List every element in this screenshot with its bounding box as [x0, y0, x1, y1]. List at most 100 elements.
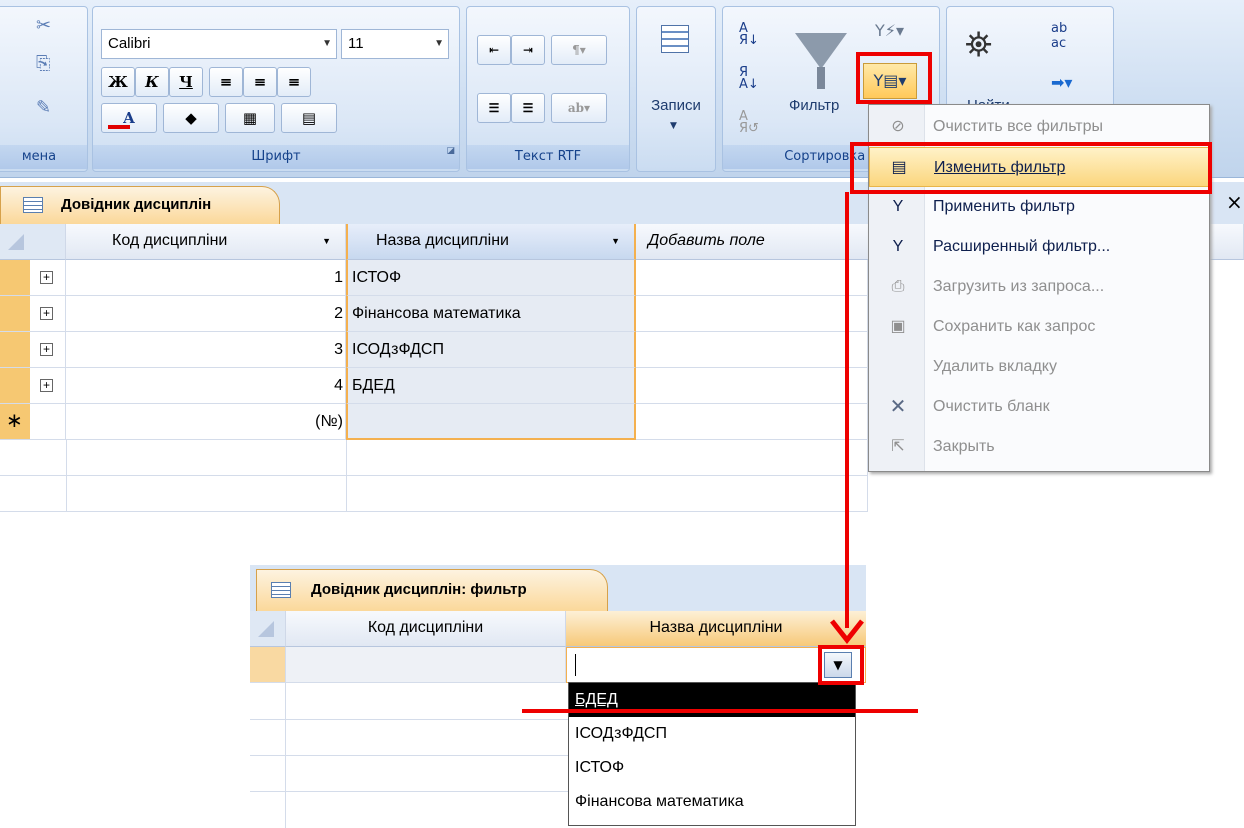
dialog-launcher-icon: ◪ — [446, 146, 455, 156]
replace-icon[interactable]: ab ac — [1051, 21, 1067, 51]
highlight-icon[interactable]: ab▾ — [551, 93, 607, 123]
font-color-button[interactable]: A — [101, 103, 157, 133]
highlight-box-ribbon-button — [856, 52, 932, 104]
filter-column-header-name[interactable]: Назва дисципліни — [566, 611, 866, 647]
cell-name[interactable]: ІСТОФ — [346, 260, 636, 296]
filter-grid-line — [250, 755, 574, 756]
menu-item-clear-all-filters[interactable]: ⊘ Очистить все фильтры — [869, 107, 1209, 147]
table-tab[interactable]: Довідник дисциплін — [0, 186, 280, 224]
chevron-down-icon: ▼ — [322, 236, 331, 246]
filter-funnel-icon[interactable] — [795, 33, 847, 69]
cut-icon[interactable]: ✂ — [36, 15, 51, 36]
format-painter-icon[interactable]: ✎ — [36, 97, 51, 118]
decrease-indent-icon[interactable]: ⇤ — [477, 35, 511, 65]
cell-code[interactable]: 2 — [66, 296, 346, 332]
menu-item-advanced-filter[interactable]: Y Расширенный фильтр... — [869, 227, 1209, 267]
select-all-corner[interactable] — [0, 224, 66, 260]
font-name-combo[interactable]: Calibri ▼ — [101, 29, 337, 59]
cell-code[interactable]: 1 — [66, 260, 346, 296]
italic-button[interactable]: К — [135, 67, 169, 97]
dropdown-option[interactable]: ІСТОФ — [569, 751, 855, 785]
goto-icon[interactable]: ➡▾ — [1051, 73, 1072, 92]
cell-name[interactable]: ІСОДзФДСП — [346, 332, 636, 368]
filter-funnel-stem — [817, 67, 825, 89]
bullets-icon[interactable]: ☰ — [511, 93, 545, 123]
dropdown-option[interactable]: Фінансова математика — [569, 785, 855, 819]
menu-item-clear-grid[interactable]: ✕ Очистить бланк — [869, 387, 1209, 427]
cell-code[interactable]: 4 — [66, 368, 346, 404]
expand-icon[interactable]: + — [40, 271, 53, 284]
blank-row — [0, 440, 868, 476]
clear-sort-icon[interactable]: А Я↺ — [739, 110, 759, 135]
filter-cell-code[interactable] — [286, 647, 566, 683]
close-form-icon: ⇱ — [891, 438, 905, 455]
font-group-label: Шрифт ◪ — [93, 145, 459, 169]
column-header-code[interactable]: Код дисципліни ▼ — [66, 224, 346, 260]
menu-item-save-as-query[interactable]: ▣ Сохранить как запрос — [869, 307, 1209, 347]
clipboard-group: ✂ ⎘ ✎ мена — [0, 6, 88, 172]
expand-icon[interactable]: + — [40, 379, 53, 392]
menu-item-close[interactable]: ⇱ Закрыть — [869, 427, 1209, 467]
sort-descending-icon[interactable]: Я А↓ — [739, 66, 759, 91]
record-selector[interactable]: + — [0, 368, 66, 404]
numbering-icon[interactable]: ☰ — [477, 93, 511, 123]
new-record-selector[interactable]: ∗ — [0, 404, 66, 440]
filter-dropdown-list: БДЕД ІСОДзФДСП ІСТОФ Фінансова математик… — [568, 682, 856, 826]
selection-filter-icon[interactable]: Y⚡▾ — [875, 21, 904, 40]
alt-fill-button[interactable]: ▤ — [281, 103, 337, 133]
sort-ascending-icon[interactable]: А Я↓ — [739, 22, 759, 47]
highlight-box-dropdown-button — [818, 645, 864, 685]
cell-name[interactable]: БДЕД — [346, 368, 636, 404]
binoculars-icon[interactable]: ⛯ — [965, 25, 992, 65]
cell-name[interactable]: Фінансова математика — [346, 296, 636, 332]
fill-color-button[interactable]: ◆ — [163, 103, 219, 133]
records-label: Записи — [651, 97, 701, 114]
close-icon[interactable]: × — [1226, 190, 1243, 214]
cell-empty — [636, 368, 868, 404]
cell-name-new[interactable] — [346, 404, 636, 440]
record-selector[interactable]: + — [0, 260, 66, 296]
filter-row-selector[interactable] — [250, 647, 286, 683]
menu-item-delete-tab[interactable]: Удалить вкладку — [869, 347, 1209, 387]
clear-filters-icon: ⊘ — [891, 118, 905, 135]
bold-button[interactable]: Ж — [101, 67, 135, 97]
expand-icon[interactable]: + — [40, 343, 53, 356]
filter-tab[interactable]: Довідник дисциплін: фильтр — [256, 569, 608, 611]
dropdown-option[interactable]: ІСОДзФДСП — [569, 717, 855, 751]
gridlines-button[interactable]: ▦ — [225, 103, 275, 133]
records-icon — [661, 25, 689, 53]
copy-icon[interactable]: ⎘ — [36, 53, 50, 74]
ltr-icon[interactable]: ¶▾ — [551, 35, 607, 65]
table-icon — [271, 582, 291, 598]
close-x-icon: ✕ — [889, 396, 907, 418]
menu-item-load-from-query[interactable]: ⎙ Загрузить из запроса... — [869, 267, 1209, 307]
font-group: Calibri ▼ 11 ▼ Ж К Ч ≡ ≡ ≡ A ◆ ▦ ▤ Шрифт ◪ — [92, 6, 460, 172]
record-selector[interactable]: + — [0, 332, 66, 368]
align-center-icon[interactable]: ≡ — [243, 67, 277, 97]
cell-code-new[interactable]: (№) — [66, 404, 346, 440]
filter-column-header-code[interactable]: Код дисципліни — [286, 611, 566, 647]
highlight-box-menu-item — [850, 142, 1212, 194]
align-left-icon[interactable]: ≡ — [209, 67, 243, 97]
record-selector[interactable]: + — [0, 296, 66, 332]
filter-label[interactable]: Фильтр — [789, 97, 839, 114]
underline-button[interactable]: Ч — [169, 67, 203, 97]
expand-icon[interactable]: + — [40, 307, 53, 320]
filter-tab-label: Довідник дисциплін: фильтр — [311, 581, 527, 598]
gridline — [346, 440, 347, 512]
blank-row — [0, 476, 868, 512]
align-right-icon[interactable]: ≡ — [277, 67, 311, 97]
filter-select-all-corner[interactable] — [250, 611, 286, 647]
cell-empty — [636, 332, 868, 368]
chevron-down-icon: ▼ — [322, 38, 332, 49]
column-header-name[interactable]: Назва дисципліни ▼ — [346, 224, 636, 260]
clipboard-group-label: мена — [0, 145, 87, 169]
records-group[interactable]: Записи ▼ — [636, 6, 716, 172]
font-size-combo[interactable]: 11 ▼ — [341, 29, 449, 59]
column-header-name-label: Назва дисципліни — [376, 232, 509, 249]
load-query-icon: ⎙ — [891, 278, 905, 295]
cell-empty — [636, 404, 868, 440]
cell-code[interactable]: 3 — [66, 332, 346, 368]
increase-indent-icon[interactable]: ⇥ — [511, 35, 545, 65]
column-header-code-label: Код дисципліни — [112, 232, 228, 249]
